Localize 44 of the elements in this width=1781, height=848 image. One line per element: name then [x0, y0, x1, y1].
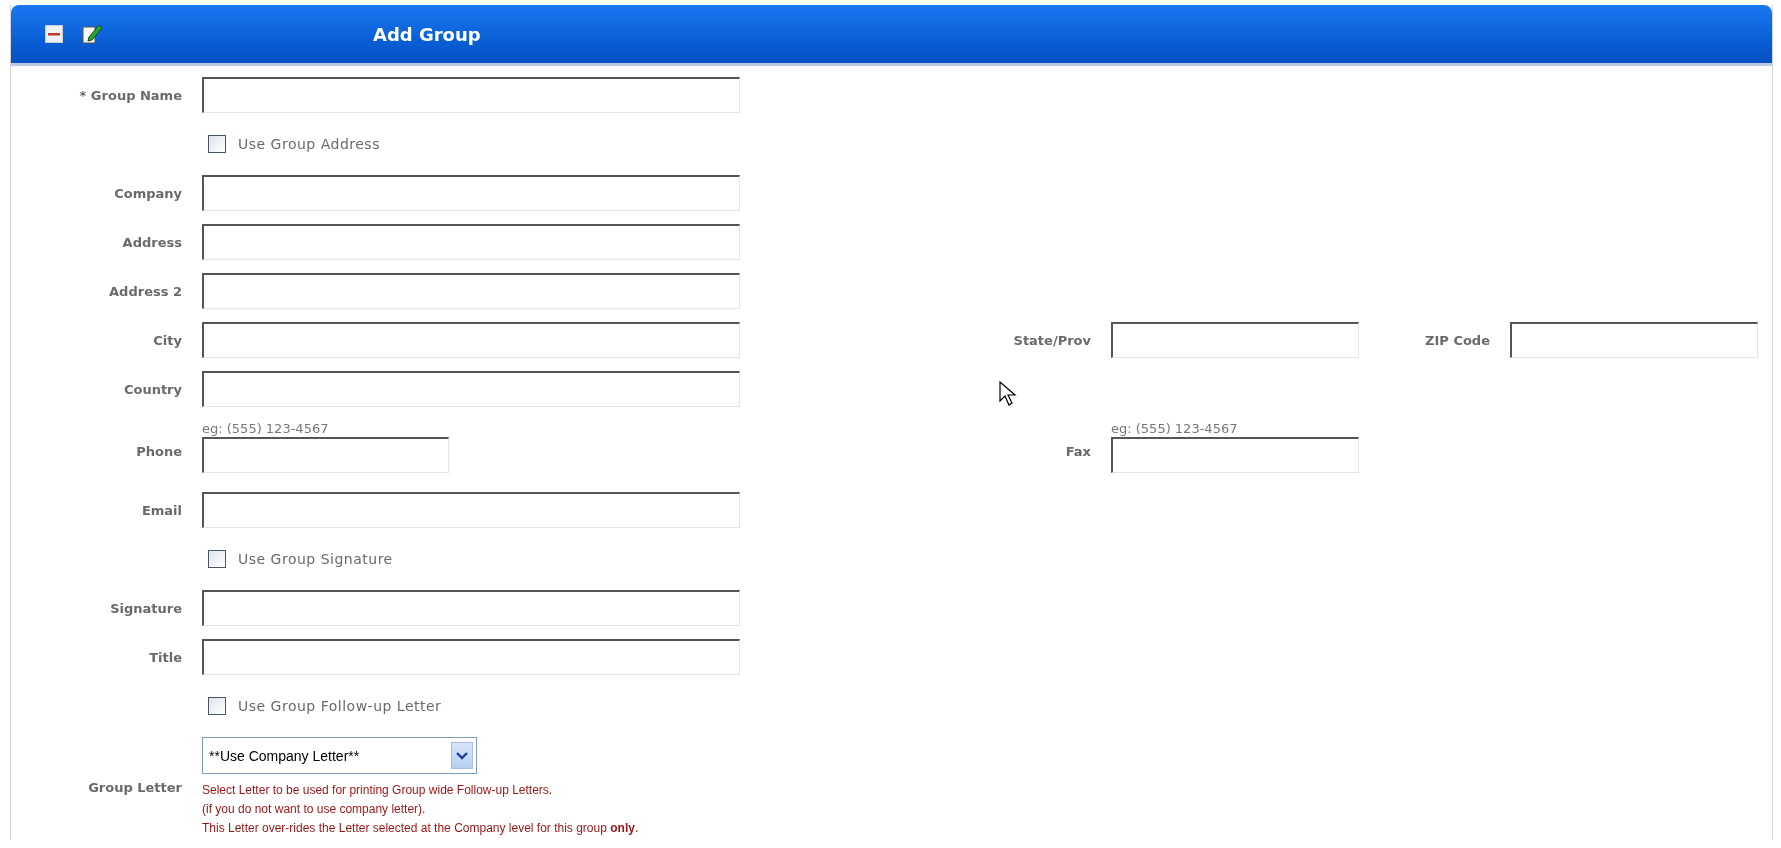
- field-label: ZIP Code: [1424, 332, 1490, 348]
- input-field[interactable]: [202, 639, 740, 675]
- field-label: Company: [113, 185, 182, 201]
- field-label: Group Letter: [87, 780, 182, 795]
- checkbox[interactable]: [208, 135, 226, 153]
- help-text: (if you do not want to use company letter).: [202, 801, 427, 818]
- pointer-icon: [999, 381, 1017, 407]
- field-label: Email: [140, 502, 182, 518]
- checkbox-label[interactable]: Use Group Signature: [238, 551, 393, 567]
- input-field[interactable]: [202, 322, 740, 358]
- help-text: This Letter over-rides the Letter selected at the Company level for this group only.: [202, 820, 640, 837]
- field-label: * Group Name: [78, 87, 182, 103]
- input-field[interactable]: [1510, 322, 1758, 358]
- field-label: State/Prov: [1012, 332, 1091, 348]
- field-label: Phone: [135, 444, 182, 459]
- field-label: Signature: [109, 600, 182, 616]
- field-label: Address 2: [108, 283, 182, 299]
- input-field[interactable]: [202, 224, 740, 260]
- checkbox-label[interactable]: Use Group Address: [238, 136, 380, 152]
- field-label: Country: [122, 381, 182, 397]
- field-label: Title: [148, 649, 182, 665]
- input-field[interactable]: [202, 175, 740, 211]
- hint-text: eg: (555) 123-4567: [202, 420, 330, 437]
- input-field[interactable]: [202, 371, 740, 407]
- hint-text: eg: (555) 123-4567: [1111, 420, 1239, 437]
- input-field[interactable]: [202, 492, 740, 528]
- help-text: Select Letter to be used for printing Group wide Follow-up Letters.: [202, 782, 554, 799]
- checkbox-label[interactable]: Use Group Follow-up Letter: [238, 698, 442, 714]
- field-label: Fax: [1064, 444, 1091, 459]
- input-field[interactable]: [1111, 322, 1359, 358]
- input-field[interactable]: [202, 437, 449, 473]
- input-field[interactable]: [202, 77, 740, 113]
- input-field[interactable]: [202, 273, 740, 309]
- panel-title: Add Group: [373, 23, 481, 45]
- field-label: Address: [121, 234, 182, 250]
- collapse-icon[interactable]: [45, 25, 63, 43]
- field-label: City: [152, 332, 182, 348]
- edit-icon[interactable]: [81, 23, 103, 45]
- checkbox[interactable]: [208, 697, 226, 715]
- checkbox[interactable]: [208, 550, 226, 568]
- input-field[interactable]: [202, 590, 740, 626]
- letter-dropdown[interactable]: **Use Company Letter**: [202, 737, 477, 774]
- input-field[interactable]: [1111, 437, 1359, 473]
- chevron-down-icon: [456, 750, 468, 761]
